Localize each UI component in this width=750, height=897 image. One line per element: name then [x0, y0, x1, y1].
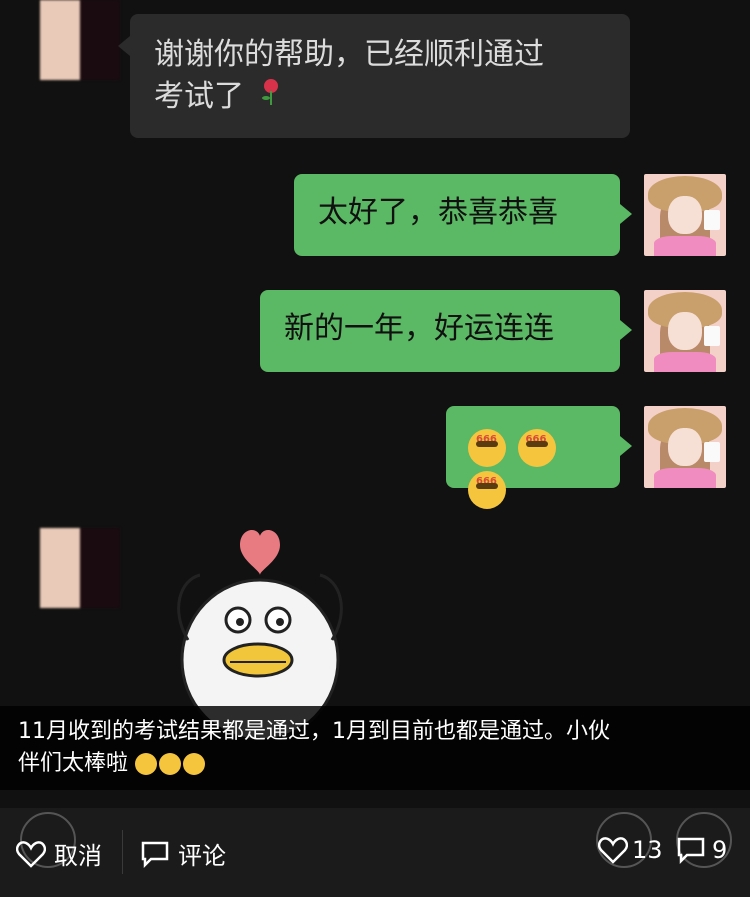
heart-icon	[16, 840, 46, 868]
comment-label: 评论	[178, 842, 226, 870]
666-emoji	[183, 753, 206, 775]
bubble-tail	[118, 36, 130, 56]
like-count-button[interactable]: 13	[598, 836, 663, 864]
message-text-line1: 谢谢你的帮助，已经顺利通过	[154, 37, 544, 72]
bubble-tail	[620, 320, 632, 340]
666-emoji	[135, 753, 158, 775]
comment-count-button[interactable]: 9	[676, 836, 727, 864]
message-text-line2-row: 考试了	[154, 76, 606, 119]
bubble-tail	[620, 436, 632, 456]
contact-avatar[interactable]	[40, 0, 120, 80]
contact-avatar[interactable]	[40, 528, 120, 608]
divider	[122, 830, 123, 874]
caption-line2-row: 伴们太棒啦	[18, 748, 732, 780]
message-text: 太好了，恭喜恭喜	[318, 195, 558, 230]
bubble-tail	[620, 204, 632, 224]
user-avatar[interactable]	[644, 406, 726, 488]
cancel-like-button[interactable]: 取消	[16, 836, 102, 871]
post-caption: 11月收到的考试结果都是通过，1月到目前也都是通过。小伙 伴们太棒啦	[0, 706, 750, 790]
cancel-label: 取消	[54, 842, 102, 870]
emoji-badge: 666	[476, 433, 497, 445]
received-message[interactable]: 谢谢你的帮助，已经顺利通过 考试了	[130, 14, 630, 138]
caption-line2: 伴们太棒啦	[18, 751, 129, 776]
emoji-badge: 666	[476, 475, 497, 487]
like-count: 13	[632, 836, 663, 864]
666-emoji: 666	[517, 428, 556, 467]
caption-line1: 11月收到的考试结果都是通过，1月到目前也都是通过。小伙	[18, 719, 610, 744]
comment-icon	[141, 841, 169, 868]
sent-emoji-message[interactable]: 666 666 666	[446, 406, 620, 509]
heart-icon	[598, 837, 628, 864]
comment-button[interactable]: 评论	[140, 836, 226, 871]
666-emoji: 666	[468, 470, 506, 509]
message-text-line2: 考试了	[154, 79, 244, 114]
user-avatar[interactable]	[644, 174, 726, 256]
rose-icon	[260, 77, 282, 119]
comment-count: 9	[712, 836, 728, 864]
post-toolbar: 取消 评论 13 9	[0, 808, 750, 897]
message-text: 新的一年，好运连连	[284, 311, 554, 346]
sent-message[interactable]: 新的一年，好运连连	[260, 290, 620, 372]
comment-icon	[677, 837, 705, 864]
emoji-badge: 666	[525, 433, 547, 445]
sent-message[interactable]: 太好了，恭喜恭喜	[294, 174, 620, 256]
user-avatar[interactable]	[644, 290, 726, 372]
666-emoji	[159, 753, 182, 775]
